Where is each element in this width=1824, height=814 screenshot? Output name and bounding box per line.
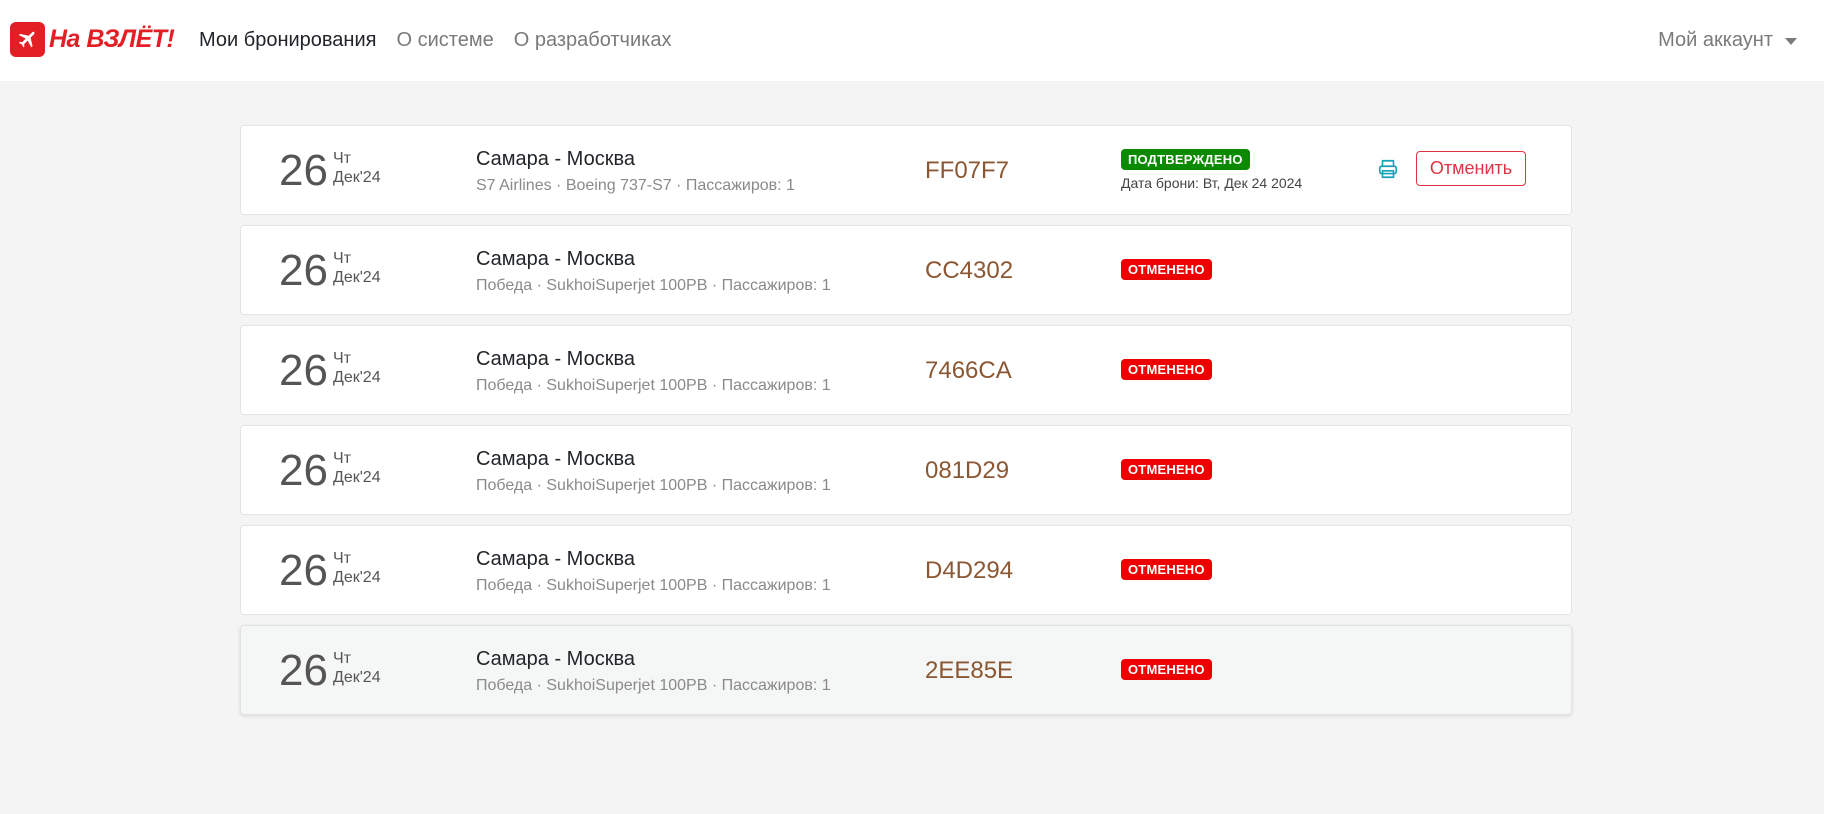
booking-weekday: Чт [333, 650, 351, 667]
cancel-booking-button[interactable]: Отменить [1416, 151, 1526, 186]
booking-month: Дек'24 [333, 169, 381, 186]
brand-logo[interactable]: На ВЗЛЁТ! [10, 21, 175, 57]
booking-month: Дек'24 [333, 369, 381, 386]
status-badge: ОТМЕНЕНО [1121, 259, 1212, 280]
booking-code: 2EE85E [925, 657, 1014, 684]
airplane-icon [10, 21, 45, 57]
booking-code: FF07F7 [925, 157, 1010, 184]
status-badge: ОТМЕНЕНО [1121, 459, 1212, 480]
bookings-list: 26 Чт Дек'24 Самара - Москва S7 Airlines… [240, 125, 1572, 725]
booking-meta: Победа · SukhoiSuperjet 100PB · Пассажир… [476, 477, 831, 494]
booking-route: Самара - Москва [476, 648, 635, 670]
booking-day: 26 [279, 346, 328, 395]
booking-meta: Победа · SukhoiSuperjet 100PB · Пассажир… [476, 677, 831, 694]
booking-weekday: Чт [333, 250, 351, 267]
booking-code: 7466CA [925, 357, 1012, 384]
nav-link-my-bookings[interactable]: Мои бронирования [199, 27, 376, 53]
booking-weekday: Чт [333, 150, 351, 167]
status-badge: ПОДТВЕРЖДЕНО [1121, 149, 1250, 170]
caret-down-icon [1785, 37, 1797, 45]
booking-card: 26 Чт Дек'24 Самара - Москва Победа · Su… [240, 225, 1572, 315]
nav-link-about-system[interactable]: О системе [396, 27, 493, 53]
booking-route: Самара - Москва [476, 548, 635, 570]
booking-meta: Победа · SukhoiSuperjet 100PB · Пассажир… [476, 277, 831, 294]
booking-date: Дата брони: Вт, Дек 24 2024 [1121, 175, 1303, 191]
booking-route: Самара - Москва [476, 348, 635, 370]
booking-weekday: Чт [333, 550, 351, 567]
booking-day: 26 [279, 546, 328, 595]
brand-name: На ВЗЛЁТ! [49, 24, 175, 53]
booking-code: D4D294 [925, 557, 1014, 584]
booking-month: Дек'24 [333, 669, 381, 686]
booking-month: Дек'24 [333, 469, 381, 486]
booking-meta: Победа · SukhoiSuperjet 100PB · Пассажир… [476, 577, 831, 594]
booking-month: Дек'24 [333, 269, 381, 286]
booking-card: 26 Чт Дек'24 Самара - Москва S7 Airlines… [240, 125, 1572, 215]
booking-route: Самара - Москва [476, 448, 635, 470]
booking-meta: Победа · SukhoiSuperjet 100PB · Пассажир… [476, 377, 831, 394]
status-badge: ОТМЕНЕНО [1121, 659, 1212, 680]
booking-card: 26 Чт Дек'24 Самара - Москва Победа · Su… [240, 425, 1572, 515]
booking-code: CC4302 [925, 257, 1014, 284]
booking-route: Самара - Москва [476, 148, 635, 170]
booking-day: 26 [279, 246, 328, 295]
booking-card: 26 Чт Дек'24 Самара - Москва Победа · Su… [240, 525, 1572, 615]
printer-icon[interactable] [1376, 157, 1400, 181]
booking-month: Дек'24 [333, 569, 381, 586]
booking-card: 26 Чт Дек'24 Самара - Москва Победа · Su… [240, 625, 1572, 715]
booking-meta: S7 Airlines · Boeing 737-S7 · Пассажиров… [476, 177, 795, 194]
booking-day: 26 [279, 446, 328, 495]
status-badge: ОТМЕНЕНО [1121, 559, 1212, 580]
booking-day: 26 [279, 146, 328, 195]
booking-code: 081D29 [925, 457, 1010, 484]
booking-weekday: Чт [333, 450, 351, 467]
navbar: На ВЗЛЁТ! Мои бронирования О системе О р… [0, 0, 1824, 81]
booking-weekday: Чт [333, 350, 351, 367]
booking-card: 26 Чт Дек'24 Самара - Москва Победа · Su… [240, 325, 1572, 415]
account-dropdown[interactable]: Мой аккаунт [1658, 27, 1797, 53]
status-badge: ОТМЕНЕНО [1121, 359, 1212, 380]
nav-link-about-developers[interactable]: О разработчиках [514, 27, 672, 53]
nav-links: Мои бронирования О системе О разработчик… [199, 27, 691, 53]
account-label: Мой аккаунт [1658, 29, 1773, 51]
booking-route: Самара - Москва [476, 248, 635, 270]
booking-day: 26 [279, 646, 328, 695]
